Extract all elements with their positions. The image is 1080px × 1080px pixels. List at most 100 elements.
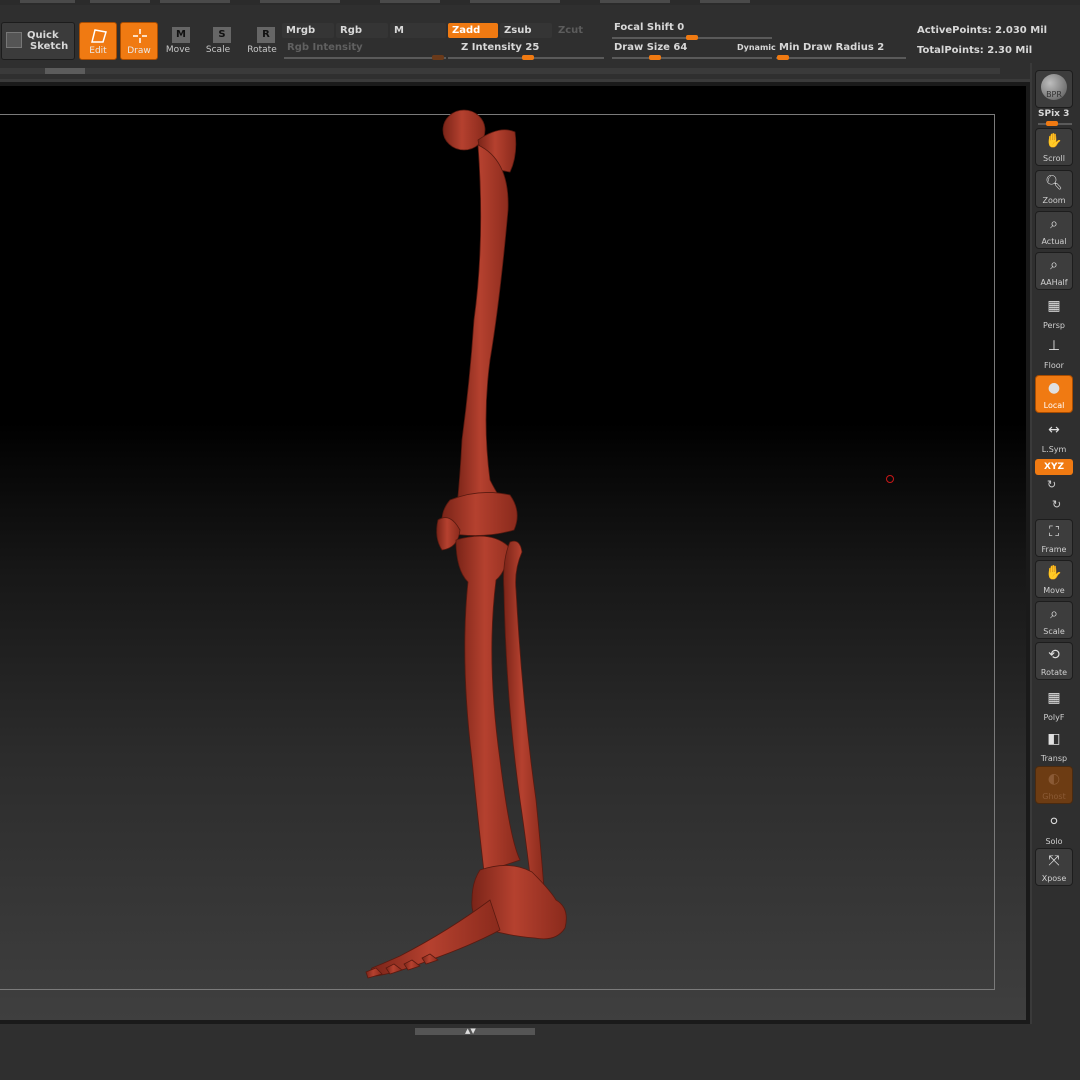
actual-size-icon: ⌕ <box>1050 216 1058 232</box>
polyf-label: PolyF <box>1043 713 1065 722</box>
femur-shaft <box>455 144 511 517</box>
scale-magnifier-icon: ⌕ <box>1050 606 1058 622</box>
z-intensity-knob[interactable] <box>522 55 534 60</box>
actual-button[interactable]: ⌕ Actual <box>1035 211 1073 249</box>
magnifier-icon: 🔍︎ <box>1045 175 1063 191</box>
leg-skeleton-model[interactable] <box>360 100 580 980</box>
rotate-view-button[interactable]: ⟲ Rotate <box>1035 642 1073 680</box>
aahalf-icon: ⌕ <box>1050 257 1058 273</box>
rotate-label: Rotate <box>247 45 277 55</box>
transp-button[interactable]: ◧ Transp <box>1035 727 1073 765</box>
quick-sketch-label-1: Quick <box>27 30 59 41</box>
xpose-arrows-icon: ⤧ <box>1048 853 1060 869</box>
move-view-label: Move <box>1043 586 1065 595</box>
rotate-y-icon[interactable]: ↻ <box>1047 478 1056 491</box>
xpose-label: Xpose <box>1041 874 1067 883</box>
scrollbar-track <box>0 68 1000 74</box>
frame-button[interactable]: ⛶ Frame <box>1035 519 1073 557</box>
spix-label: SPix 3 <box>1038 109 1070 119</box>
perspective-grid-icon: ▦ <box>1047 298 1061 314</box>
edit-button[interactable]: Edit <box>79 22 117 60</box>
scrollbar-thumb[interactable] <box>45 68 85 74</box>
move-hand-icon: ✋ <box>1045 565 1063 581</box>
floor-icon: ⊥ <box>1047 338 1061 354</box>
floor-button[interactable]: ⊥ Floor <box>1035 334 1073 372</box>
canvas-horizontal-scrollbar[interactable] <box>0 63 1030 79</box>
min-draw-radius-label: Min Draw Radius 2 <box>779 42 885 53</box>
quick-sketch-icon <box>6 32 22 48</box>
scroll-label: Scroll <box>1043 154 1065 163</box>
zoom-button[interactable]: 🔍︎ Zoom <box>1035 170 1073 208</box>
bpr-button[interactable]: BPR <box>1035 70 1073 108</box>
rotate-view-label: Rotate <box>1040 668 1068 677</box>
mrgb-button[interactable]: Mrgb <box>282 23 334 38</box>
local-label: Local <box>1043 401 1065 410</box>
persp-button[interactable]: ▦ Persp <box>1035 294 1073 332</box>
brush-cursor <box>886 475 894 483</box>
zsub-button[interactable]: Zsub <box>500 23 552 38</box>
hand-icon: ✋ <box>1045 133 1063 149</box>
bottom-tray <box>0 1024 1080 1080</box>
total-points-readout: TotalPoints: 2.30 Mil <box>917 45 1033 56</box>
solo-button[interactable]: ⚪ Solo <box>1035 810 1073 848</box>
local-transform-icon: ● <box>1047 380 1061 396</box>
chevron-toggle-icon: ▲▼ <box>465 1027 476 1035</box>
zadd-button[interactable]: Zadd <box>448 23 498 38</box>
scale-view-label: Scale <box>1043 627 1065 636</box>
top-toolbar: Quick Sketch Edit Draw M Move S Scale R … <box>0 5 1080 63</box>
scroll-button[interactable]: ✋ Scroll <box>1035 128 1073 166</box>
transp-label: Transp <box>1040 754 1068 763</box>
move-icon[interactable]: M <box>172 27 190 43</box>
spix-knob[interactable] <box>1046 121 1058 126</box>
floor-label: Floor <box>1044 361 1064 370</box>
bottom-tray-toggle[interactable]: ▲▼ <box>415 1028 535 1035</box>
draw-size-knob[interactable] <box>649 55 661 60</box>
active-points-readout: ActivePoints: 2.030 Mil <box>917 25 1048 36</box>
z-intensity-label: Z Intensity 25 <box>461 42 540 53</box>
aahalf-button[interactable]: ⌕ AAHalf <box>1035 252 1073 290</box>
lsym-label: L.Sym <box>1041 445 1067 454</box>
dynamic-toggle[interactable]: Dynamic <box>737 43 776 52</box>
lsym-button[interactable]: ↔ L.Sym <box>1035 418 1073 456</box>
rgb-intensity-slider[interactable] <box>284 57 446 59</box>
bpr-label: BPR <box>1046 90 1062 99</box>
symmetry-arrows-icon: ↔ <box>1048 422 1060 438</box>
transparency-icon: ◧ <box>1047 731 1061 747</box>
xpose-button[interactable]: ⤧ Xpose <box>1035 848 1073 886</box>
rgb-button[interactable]: Rgb <box>336 23 388 38</box>
m-button[interactable]: M <box>390 23 446 38</box>
solo-label: Solo <box>1045 837 1063 846</box>
scale-label: Scale <box>205 45 231 55</box>
polyf-button[interactable]: ▦ PolyF <box>1035 686 1073 724</box>
rotate-z-icon[interactable]: ↻ <box>1052 498 1061 511</box>
scale-view-button[interactable]: ⌕ Scale <box>1035 601 1073 639</box>
quick-sketch-button[interactable]: Quick Sketch <box>1 22 75 60</box>
solo-spheres-icon: ⚪ <box>1048 814 1060 830</box>
local-button[interactable]: ● Local <box>1035 375 1073 413</box>
ghost-button[interactable]: ◐ Ghost <box>1035 766 1073 804</box>
persp-label: Persp <box>1043 321 1065 330</box>
metatarsals <box>370 899 501 977</box>
quick-sketch-label-2: Sketch <box>30 41 69 52</box>
rgb-intensity-label: Rgb Intensity <box>287 42 363 53</box>
zoom-label: Zoom <box>1042 196 1066 205</box>
rotate-icon[interactable]: R <box>257 27 275 43</box>
move-view-button[interactable]: ✋ Move <box>1035 560 1073 598</box>
polyframe-grid-icon: ▦ <box>1047 690 1061 706</box>
min-draw-radius-slider[interactable] <box>776 57 906 59</box>
edit-label: Edit <box>89 46 107 56</box>
scale-icon[interactable]: S <box>213 27 231 43</box>
rgb-intensity-knob[interactable] <box>432 55 444 60</box>
actual-label: Actual <box>1041 237 1067 246</box>
xyz-button[interactable]: XYZ <box>1035 459 1073 475</box>
zcut-button[interactable]: Zcut <box>554 23 604 38</box>
ghost-label: Ghost <box>1042 792 1066 801</box>
draw-size-label: Draw Size 64 <box>614 42 688 53</box>
edit-icon <box>91 29 107 43</box>
draw-size-slider[interactable] <box>612 57 772 59</box>
min-draw-radius-knob[interactable] <box>777 55 789 60</box>
focal-shift-knob[interactable] <box>686 35 698 40</box>
draw-button[interactable]: Draw <box>120 22 158 60</box>
frame-label: Frame <box>1041 545 1067 554</box>
move-label: Move <box>165 45 191 55</box>
